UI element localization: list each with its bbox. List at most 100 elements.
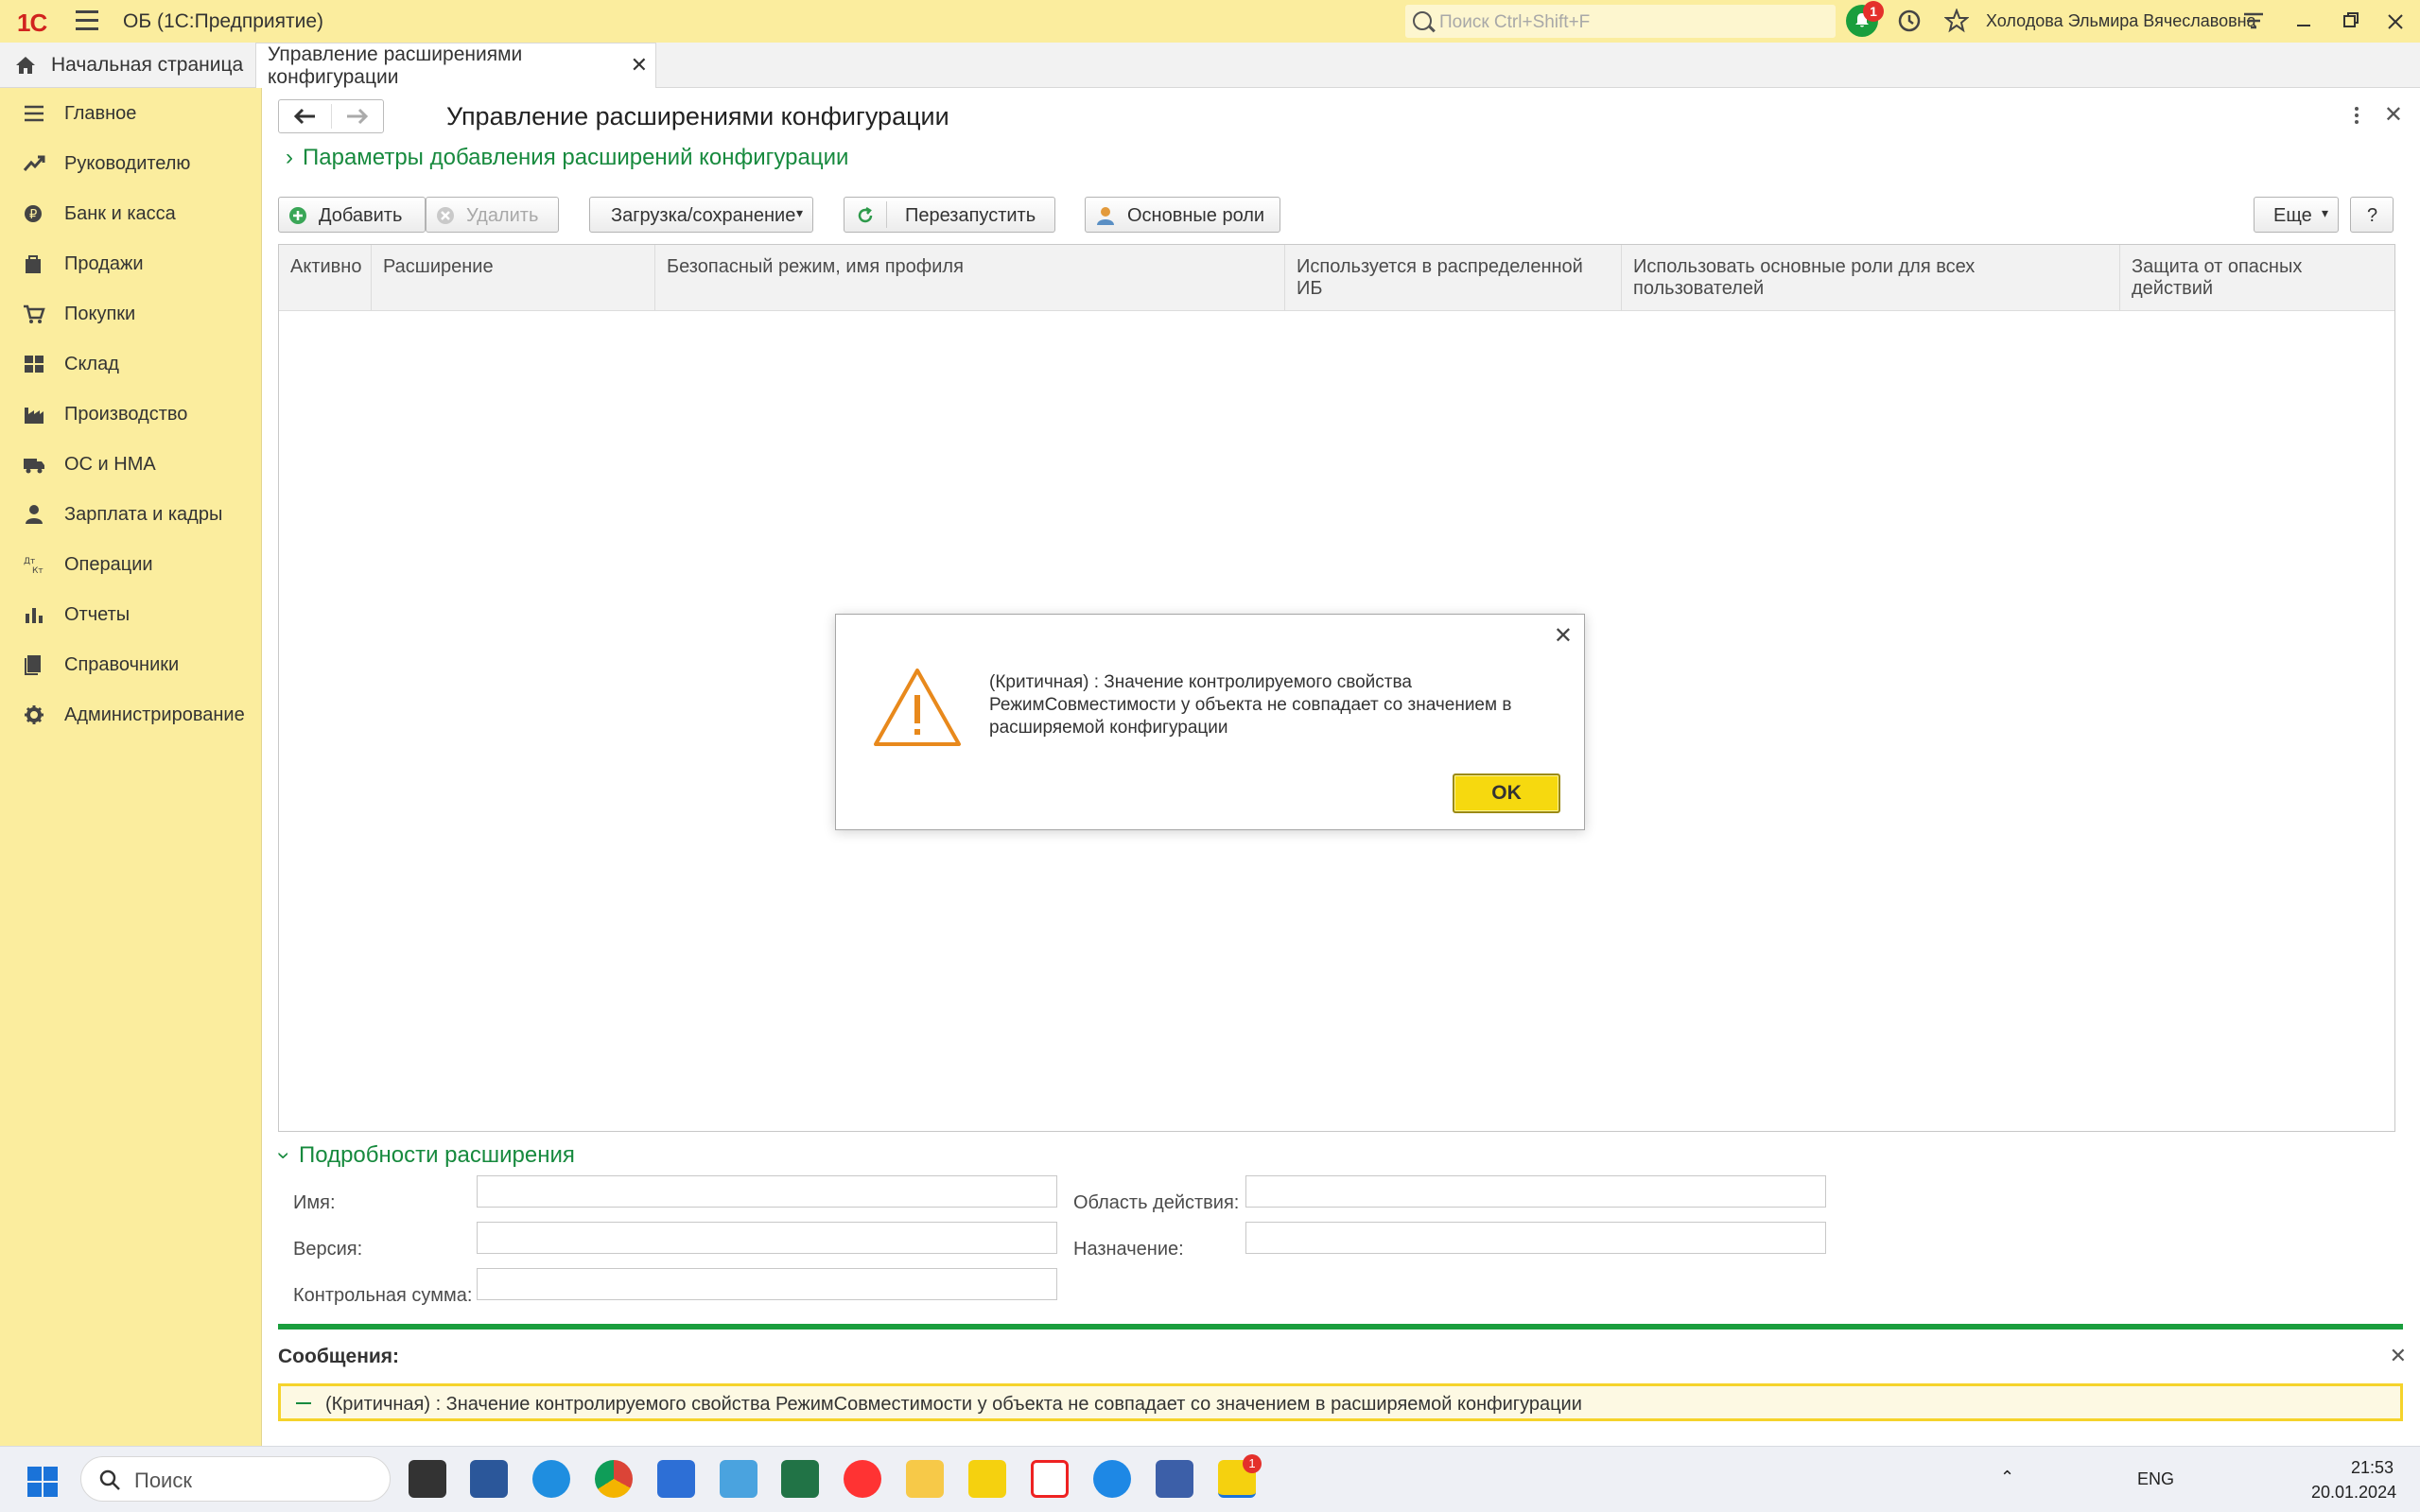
name-label: Имя: [293, 1192, 336, 1213]
dialog-close-icon[interactable]: ✕ [1554, 622, 1573, 650]
history-icon[interactable] [1897, 9, 1922, 33]
sidebar-item-sales[interactable]: Продажи [0, 243, 262, 285]
minimize-icon[interactable] [2293, 9, 2314, 33]
messages-separator[interactable] [278, 1324, 2403, 1330]
params-group-toggle[interactable]: › Параметры добавления расширений конфигу… [286, 145, 848, 171]
sidebar-item-salary[interactable]: Зарплата и кадры [0, 494, 262, 535]
sidebar-item-operations[interactable]: Дт Кт Операции [0, 544, 262, 585]
sidebar-item-label: Администрирование [64, 704, 245, 725]
delete-x-icon [437, 207, 454, 224]
sidebar-item-label: Производство [64, 404, 188, 425]
sidebar-item-administration[interactable]: Администрирование [0, 694, 262, 736]
1c-app-icon[interactable]: 1 [1218, 1454, 1262, 1498]
settings-filter-icon[interactable] [2241, 9, 2266, 33]
sidebar-item-main[interactable]: Главное [0, 93, 262, 134]
sidebar-item-purchases[interactable]: Покупки [0, 293, 262, 335]
network-app-icon[interactable] [1156, 1460, 1193, 1498]
restart-label: Перезапустить [905, 205, 1036, 226]
delete-button[interactable]: Удалить [426, 197, 559, 233]
favorites-star-icon[interactable] [1944, 9, 1969, 33]
load-save-dropdown-button[interactable]: Загрузка/сохранение ▾ [589, 197, 813, 233]
messages-title: Сообщения: [278, 1346, 400, 1367]
restore-icon[interactable] [2341, 9, 2361, 33]
main-roles-button[interactable]: Основные роли [1085, 197, 1280, 233]
current-user-name[interactable]: Холодова Эльмира Вячеславовна [1986, 11, 2256, 31]
tab-home[interactable]: Начальная страница [0, 43, 262, 87]
tray-chevron-up-icon[interactable]: ⌃ [2000, 1468, 2014, 1487]
checksum-field[interactable] [477, 1268, 1057, 1300]
form-close-icon[interactable]: ✕ [2384, 101, 2403, 129]
taskbar-search-input[interactable]: Поиск [80, 1456, 391, 1502]
column-header-unsafe-protection[interactable]: Защита от опасных действий [2120, 245, 2394, 311]
explorer-app-icon[interactable] [906, 1460, 944, 1498]
message-text: (Критичная) : Значение контролируемого с… [325, 1394, 1582, 1415]
sync-app-icon[interactable] [1093, 1460, 1131, 1498]
details-group-toggle[interactable]: ›Подробности расширения [271, 1142, 575, 1169]
chrome-app-icon[interactable] [595, 1460, 633, 1498]
scope-field[interactable] [1245, 1175, 1826, 1208]
bar-chart-icon [26, 608, 43, 623]
forward-arrow-icon[interactable] [345, 107, 370, 126]
column-header-use-main-roles[interactable]: Использовать основные роли для всех поль… [1622, 245, 2120, 311]
back-arrow-icon[interactable] [292, 107, 317, 126]
dropdown-caret-icon: ▾ [2321, 205, 2328, 220]
main-menu-icon[interactable] [76, 10, 98, 31]
yandex-browser-app-icon[interactable] [1031, 1460, 1069, 1498]
sidebar-item-catalogs[interactable]: Справочники [0, 644, 262, 686]
messages-close-icon[interactable]: ✕ [2390, 1344, 2407, 1368]
windows-start-icon[interactable] [26, 1466, 59, 1498]
name-field[interactable] [477, 1175, 1057, 1208]
form-more-icon[interactable] [2355, 107, 2359, 127]
task-view-app-icon[interactable] [409, 1460, 446, 1498]
tab-extensions-management[interactable]: Управление расширениями конфигурации ✕ [255, 43, 656, 88]
column-header-distributed-ib[interactable]: Используется в распределенной ИБ [1285, 245, 1622, 311]
cart-icon [24, 304, 45, 323]
global-search-input[interactable]: Поиск Ctrl+Shift+F [1405, 5, 1836, 38]
notifications-bell-icon[interactable]: 1 [1846, 1, 1884, 37]
yandex-app-icon[interactable] [844, 1460, 881, 1498]
clock-date[interactable]: 20.01.2024 [2311, 1483, 2396, 1503]
refresh-icon [858, 206, 873, 223]
warning-dialog: ✕ (Критичная) : Значение контролируемого… [835, 614, 1585, 830]
ok-button[interactable]: OK [1453, 773, 1560, 813]
sidebar-item-manager[interactable]: Руководителю [0, 143, 262, 184]
sidebar-item-bank[interactable]: ₽ Банк и касса [0, 193, 262, 235]
add-button[interactable]: Добавить [278, 197, 426, 233]
help-button[interactable]: ? [2350, 197, 2394, 233]
sidebar-item-label: Склад [64, 354, 119, 374]
tab-close-icon[interactable]: ✕ [631, 53, 648, 78]
sidebar-item-warehouse[interactable]: Склад [0, 343, 262, 385]
sidebar-item-label: Продажи [64, 253, 144, 274]
version-field[interactable] [477, 1222, 1057, 1254]
more-dropdown-button[interactable]: Еще ▾ [2254, 197, 2339, 233]
word-app-icon[interactable] [470, 1460, 508, 1498]
dialog-message: (Критичная) : Значение контролируемого с… [989, 672, 1512, 738]
column-header-safe-mode[interactable]: Безопасный режим, имя профиля [655, 245, 1285, 311]
yandex-market-app-icon[interactable] [968, 1460, 1006, 1498]
column-header-extension[interactable]: Расширение [372, 245, 655, 311]
clock-time[interactable]: 21:53 [2351, 1458, 2394, 1478]
dtkt-icon: ДтКт [24, 557, 44, 575]
store-app-icon[interactable] [657, 1460, 695, 1498]
load-save-label: Загрузка/сохранение [611, 205, 796, 226]
language-indicator[interactable]: ENG [2137, 1469, 2174, 1489]
message-dash-icon [296, 1402, 311, 1404]
sidebar-item-reports[interactable]: Отчеты [0, 594, 262, 635]
dropdown-caret-icon: ▾ [795, 205, 803, 220]
column-header-active[interactable]: Активно [279, 245, 372, 311]
sidebar-item-label: Банк и касса [64, 203, 176, 224]
control-panel-app-icon[interactable] [720, 1460, 757, 1498]
restart-button[interactable]: Перезапустить [844, 197, 1055, 233]
app-logo[interactable]: 1С [17, 9, 47, 38]
edge-app-icon[interactable] [532, 1460, 570, 1498]
excel-app-icon[interactable] [781, 1460, 819, 1498]
books-icon [25, 655, 41, 675]
purpose-field[interactable] [1245, 1222, 1826, 1254]
sidebar-item-production[interactable]: Производство [0, 393, 262, 435]
purpose-label: Назначение: [1073, 1239, 1184, 1260]
window-close-icon[interactable] [2385, 9, 2406, 33]
sidebar-item-fixed-assets[interactable]: ОС и НМА [0, 443, 262, 485]
message-item[interactable]: (Критичная) : Значение контролируемого с… [278, 1383, 2403, 1421]
sidebar-item-label: Главное [64, 103, 137, 124]
svg-text:₽: ₽ [29, 208, 37, 222]
